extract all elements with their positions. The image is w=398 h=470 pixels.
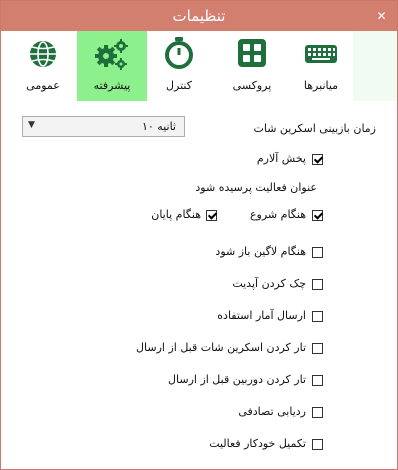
screenshot-interval-select[interactable]: ۱۰ ثانیه ▼ xyxy=(22,116,185,137)
blur-screenshot-checkbox[interactable] xyxy=(312,343,323,354)
keyboard-icon xyxy=(289,37,353,71)
tab-shortcuts[interactable]: میانبرها xyxy=(289,31,353,101)
stopwatch-icon xyxy=(147,37,211,71)
check-updates-checkbox[interactable] xyxy=(312,279,323,290)
auto-complete-activity-checkbox[interactable] xyxy=(312,439,323,450)
tabs-background xyxy=(353,31,397,101)
settings-window: تنظیمات ✕ میانبرها پروکسی کنترل پیشرفته … xyxy=(0,0,398,470)
close-button[interactable]: ✕ xyxy=(374,9,389,23)
random-tracking-checkbox[interactable] xyxy=(312,407,323,418)
random-tracking-label: ردیابی تصادفی xyxy=(238,405,306,418)
activity-question-label: عنوان فعالیت پرسیده شود xyxy=(195,181,317,194)
grid-icon xyxy=(220,37,284,71)
blur-screenshot-label: تار کردن اسکرین شات قبل از ارسال xyxy=(136,341,306,354)
gears-icon xyxy=(77,37,147,71)
tab-proxy[interactable]: پروکسی xyxy=(220,31,284,101)
screenshot-interval-value: ۱۰ ثانیه xyxy=(141,120,176,133)
check-updates-label: چک کردن آپدیت xyxy=(232,277,306,290)
blur-camera-label: تار کردن دوربین قبل از ارسال xyxy=(168,373,306,386)
window-title: تنظیمات xyxy=(172,7,226,25)
send-usage-stats-label: ارسال آمار استفاده xyxy=(217,309,306,322)
on-end-checkbox[interactable] xyxy=(206,210,217,221)
on-end-label: هنگام پایان xyxy=(151,208,201,221)
tab-control[interactable]: کنترل xyxy=(147,31,211,101)
title-bar[interactable]: تنظیمات ✕ xyxy=(1,1,397,31)
open-on-login-label: هنگام لاگین باز شود xyxy=(215,245,306,258)
on-start-label: هنگام شروع xyxy=(249,208,306,221)
on-start-checkbox[interactable] xyxy=(312,210,323,221)
blur-camera-checkbox[interactable] xyxy=(312,375,323,386)
globe-icon xyxy=(11,37,75,71)
tab-advanced-label: پیشرفته xyxy=(93,79,131,92)
chevron-down-icon: ▼ xyxy=(28,120,35,130)
alarm-checkbox[interactable] xyxy=(312,154,323,165)
tab-shortcuts-label: میانبرها xyxy=(303,79,339,92)
tab-advanced[interactable]: پیشرفته xyxy=(77,31,147,101)
auto-complete-activity-label: تکمیل خودکار فعالیت xyxy=(209,437,306,450)
tab-control-label: کنترل xyxy=(166,79,192,92)
settings-tabs: میانبرها پروکسی کنترل پیشرفته عمومی xyxy=(1,31,397,101)
tab-general-label: عمومی xyxy=(26,79,60,92)
send-usage-stats-checkbox[interactable] xyxy=(312,311,323,322)
tab-proxy-label: پروکسی xyxy=(232,79,272,92)
open-on-login-checkbox[interactable] xyxy=(312,247,323,258)
alarm-label: پخش آلارم xyxy=(256,152,306,165)
screenshot-interval-label: زمان بازبینی اسکرین شات xyxy=(253,122,377,135)
tab-general[interactable]: عمومی xyxy=(11,31,75,101)
